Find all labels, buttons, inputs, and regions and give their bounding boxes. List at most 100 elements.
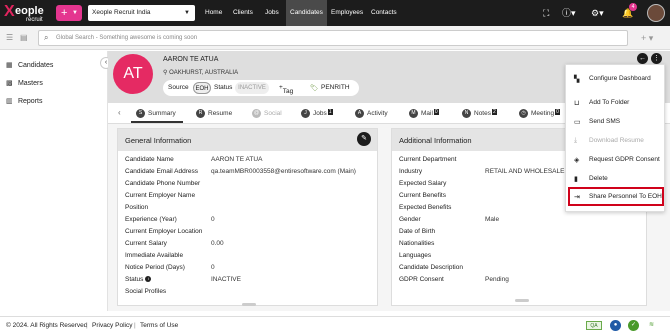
trash-icon: ▮: [574, 176, 578, 183]
add-filter-icon[interactable]: + ▾: [641, 33, 653, 44]
field-label: Industry: [399, 168, 423, 175]
more-options-button[interactable]: ⋮: [651, 53, 662, 64]
share-icon: ⇥: [574, 194, 580, 201]
edit-icon[interactable]: ✎: [357, 132, 371, 146]
chevron-down-icon: ▼: [72, 10, 78, 16]
add-tag-button[interactable]: + Tag: [279, 84, 293, 95]
meeting-icon: ◷: [519, 109, 528, 118]
tab-resume[interactable]: R Resume: [196, 109, 232, 119]
field-value: 0: [211, 216, 215, 223]
menu-item-configure-dashboard[interactable]: ▚ Configure Dashboard: [566, 70, 664, 88]
list-view-icon[interactable]: ☰: [6, 33, 13, 42]
logo-subtext: recruit: [26, 17, 43, 23]
sidebar: ▦ Candidates ▩ Masters ▥ Reports: [0, 51, 108, 311]
tab-social-label: Social: [264, 110, 282, 118]
sidebar-item-masters[interactable]: ▩ Masters: [6, 79, 43, 89]
top-navbar: X eople recruit + ▼ Xeople Recruit India…: [0, 0, 670, 26]
tab-resume-label: Resume: [208, 110, 233, 118]
tab-summary[interactable]: S Summary: [136, 109, 176, 119]
folder-icon: ⊔: [574, 100, 580, 107]
field-value: 0: [211, 264, 215, 271]
scroll-indicator: [515, 299, 529, 302]
tag-label: Tag: [282, 88, 294, 95]
tag-icon: 🏷: [310, 85, 319, 92]
grid-icon: ▩: [6, 80, 13, 87]
tab-mail-count: 0: [433, 109, 439, 115]
field-label: Date of Birth: [399, 228, 436, 235]
tabs-scroll-left-icon[interactable]: ‹: [118, 108, 121, 117]
nav-candidates[interactable]: Candidates: [286, 0, 327, 26]
user-avatar[interactable]: [647, 4, 665, 22]
activity-icon: A: [355, 109, 364, 118]
field-label: Expected Salary: [399, 180, 447, 187]
menu-item-label: Delete: [589, 175, 608, 182]
quick-add-button[interactable]: + ▼: [56, 5, 82, 21]
nav-home[interactable]: Home: [205, 0, 222, 26]
calendar-icon: ▦: [6, 62, 13, 69]
field-label: Notice Period (Days): [125, 264, 185, 271]
copyright-text: © 2024. All Rights Reserved: [6, 322, 88, 329]
menu-item-add-to-folder[interactable]: ⊔ Add To Folder: [566, 94, 664, 112]
field-value: 0.00: [211, 240, 224, 247]
company-select[interactable]: Xeople Recruit India ▼: [88, 5, 195, 21]
check-icon[interactable]: ✓: [628, 320, 639, 331]
tab-jobs[interactable]: J Jobs 1: [301, 109, 333, 119]
footer: © 2024. All Rights Reserved | Privacy Po…: [0, 316, 670, 333]
account-icon[interactable]: ●: [610, 320, 621, 331]
panel-header: General Information ✎: [118, 129, 377, 151]
help-icon[interactable]: ⓘ▾: [562, 7, 576, 19]
tab-meeting[interactable]: ◷ Meeting 0: [519, 109, 560, 119]
tag-value: PENRITH: [321, 84, 350, 91]
tab-notes-count: 2: [491, 109, 497, 115]
privacy-policy-link[interactable]: Privacy Policy: [92, 322, 132, 329]
field-value: INACTIVE: [211, 276, 241, 283]
xeople-logo[interactable]: X eople recruit: [4, 3, 54, 24]
menu-item-delete[interactable]: ▮ Delete: [566, 170, 664, 188]
field-label: Social Profiles: [125, 288, 167, 295]
field-label: Status i: [125, 276, 152, 283]
company-select-value: Xeople Recruit India: [92, 9, 151, 16]
tab-mail[interactable]: M Mail 0: [409, 109, 439, 119]
dashboard-icon: ▚: [574, 76, 580, 83]
sidebar-item-label: Candidates: [17, 62, 54, 69]
nav-employees[interactable]: Employees: [331, 0, 363, 26]
sidebar-item-candidates[interactable]: ▦ Candidates: [6, 61, 53, 71]
field-label: GDPR Consent: [399, 276, 444, 283]
nav-contacts[interactable]: Contacts: [371, 0, 397, 26]
field-label: Candidate Description: [399, 264, 463, 271]
mail-icon: M: [409, 109, 418, 118]
field-label: Position: [125, 204, 149, 211]
plus-icon: +: [61, 7, 68, 19]
terms-of-use-link[interactable]: Terms of Use: [140, 322, 178, 329]
menu-item-send-sms[interactable]: ▭ Send SMS: [566, 113, 664, 131]
tab-meeting-count: 0: [555, 109, 560, 115]
status-label: Status: [214, 84, 233, 91]
candidate-name: AARON TE ATUA: [163, 56, 219, 63]
global-search-input[interactable]: ⌕ Global Search - Something awesome is c…: [38, 30, 628, 46]
field-value: Male: [485, 216, 500, 223]
tab-notes[interactable]: N Notes 2: [462, 109, 497, 119]
menu-item-label: Send SMS: [589, 118, 621, 125]
sidebar-item-reports[interactable]: ▥ Reports: [6, 97, 42, 107]
status-field-label: Status: [125, 276, 144, 283]
menu-item-request-gdpr-consent[interactable]: ◈ Request GDPR Consent: [566, 151, 664, 169]
notification-count: 4: [629, 3, 637, 11]
nav-clients[interactable]: Clients: [233, 0, 253, 26]
back-arrow-button[interactable]: ←: [637, 53, 648, 64]
card-view-icon[interactable]: ▤: [20, 33, 28, 42]
menu-item-share-personnel[interactable]: ⇥ Share Personnel To EOH: [568, 187, 664, 206]
tab-activity[interactable]: A Activity: [355, 109, 388, 119]
menu-item-download-resume: ⤓ Download Resume: [566, 132, 664, 150]
field-value: qa.teamMBR0003558@entiresoftware.com (Ma…: [211, 168, 356, 175]
field-value: AARON TE ATUA: [211, 156, 263, 163]
gear-icon[interactable]: ⚙▾: [591, 7, 604, 19]
status-badge: INACTIVE: [235, 82, 269, 94]
download-icon: ⤓: [574, 137, 578, 144]
tab-social[interactable]: @ Social: [252, 109, 282, 119]
info-icon[interactable]: i: [145, 276, 152, 283]
nav-jobs[interactable]: Jobs: [265, 0, 279, 26]
wifi-icon: ≋: [646, 320, 657, 331]
scroll-indicator: [242, 303, 256, 306]
expand-icon[interactable]: ⛶: [543, 7, 549, 19]
tab-summary-label: Summary: [148, 110, 176, 118]
